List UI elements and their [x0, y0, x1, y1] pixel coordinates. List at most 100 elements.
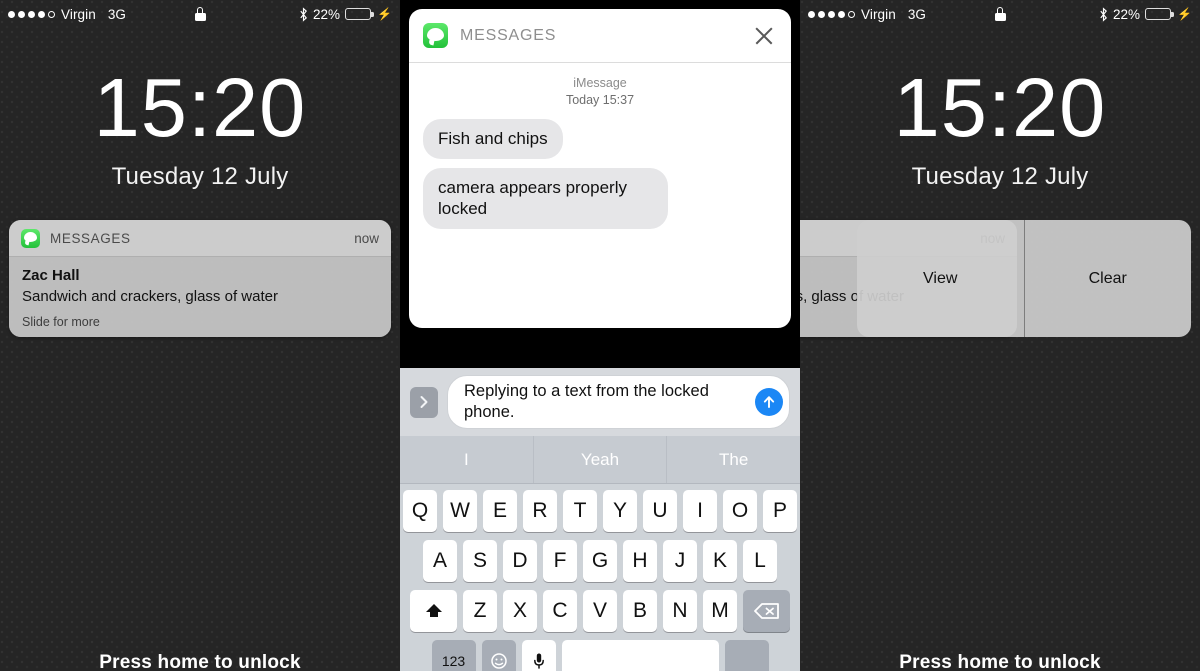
key-k[interactable]: K	[703, 540, 737, 582]
battery-icon	[1145, 7, 1174, 21]
keyboard-row-3: Z X C V B N M	[403, 590, 797, 632]
battery-percent-label: 22%	[1113, 6, 1141, 22]
key-n[interactable]: N	[663, 590, 697, 632]
key-p[interactable]: P	[763, 490, 797, 532]
signal-strength-icon	[808, 10, 855, 18]
numbers-key[interactable]: 123	[431, 640, 476, 671]
notification-time: now	[354, 230, 379, 246]
lockscreen-panel-left: Virgin 3G 22% ⚡ 15:20 Tuesday 12 July ME…	[0, 0, 400, 671]
key-o[interactable]: O	[723, 490, 757, 532]
lock-icon	[194, 7, 206, 21]
clock-time: 15:20	[893, 61, 1107, 154]
quick-reply-panel-center: MESSAGES iMessage Today 15:37 Fish and c…	[400, 0, 800, 671]
lightning-bolt-icon: ⚡	[377, 7, 392, 21]
bluetooth-icon	[1100, 6, 1108, 22]
battery-percent-label: 22%	[313, 6, 341, 22]
microphone-icon[interactable]	[521, 640, 556, 671]
key-b[interactable]: B	[623, 590, 657, 632]
chevron-right-icon[interactable]	[410, 386, 438, 418]
key-t[interactable]: T	[563, 490, 597, 532]
quick-reply-header: MESSAGES	[409, 9, 791, 63]
key-g[interactable]: G	[583, 540, 617, 582]
message-thread: iMessage Today 15:37 Fish and chips came…	[409, 63, 791, 238]
key-y[interactable]: Y	[603, 490, 637, 532]
key-c[interactable]: C	[543, 590, 577, 632]
key-h[interactable]: H	[623, 540, 657, 582]
thread-service-label: iMessage	[573, 76, 627, 90]
clock-time: 15:20	[93, 61, 307, 154]
messages-app-icon	[21, 228, 40, 248]
status-bar-left: Virgin 3G	[8, 7, 126, 22]
notification-banner[interactable]: MESSAGES now Zac Hall Sandwich and crack…	[9, 220, 391, 337]
bluetooth-icon	[300, 6, 308, 22]
network-type-label: 3G	[107, 6, 126, 22]
key-m[interactable]: M	[703, 590, 737, 632]
view-button[interactable]: View	[857, 220, 1024, 337]
quick-reply-card: MESSAGES iMessage Today 15:37 Fish and c…	[409, 9, 791, 328]
key-i[interactable]: I	[683, 490, 717, 532]
quick-reply-app-name: MESSAGES	[460, 26, 557, 44]
reply-text-input[interactable]: Replying to a text from the locked phone…	[447, 374, 790, 430]
prediction-candidate[interactable]: Yeah	[532, 436, 667, 483]
clear-button[interactable]: Clear	[1023, 220, 1192, 337]
card-backdrop	[400, 328, 800, 368]
signal-strength-icon	[8, 10, 55, 18]
send-arrow-up-icon[interactable]	[755, 388, 783, 416]
key-s[interactable]: S	[463, 540, 497, 582]
lockscreen-clock: 15:20 Tuesday 12 July	[0, 66, 400, 191]
reply-input-bar: Replying to a text from the locked phone…	[400, 368, 800, 436]
key-x[interactable]: X	[503, 590, 537, 632]
notification-actions: View Clear	[857, 220, 1191, 337]
message-bubble: Fish and chips	[423, 118, 563, 159]
key-u[interactable]: U	[643, 490, 677, 532]
message-row: camera appears properly locked	[423, 167, 777, 239]
thread-meta: iMessage Today 15:37	[423, 75, 777, 109]
notification-slide-hint: Slide for more	[22, 315, 100, 330]
carrier-label: Virgin	[861, 6, 896, 22]
key-w[interactable]: W	[443, 490, 477, 532]
key-a[interactable]: A	[423, 540, 457, 582]
lightning-bolt-icon: ⚡	[1177, 7, 1192, 21]
status-bar-left: Virgin 3G	[808, 7, 926, 22]
key-q[interactable]: Q	[403, 490, 437, 532]
key-e[interactable]: E	[483, 490, 517, 532]
lockscreen-clock: 15:20 Tuesday 12 July	[800, 66, 1200, 191]
key-f[interactable]: F	[543, 540, 577, 582]
prediction-candidate[interactable]: The	[666, 436, 800, 483]
clock-date: Tuesday 12 July	[911, 163, 1089, 190]
shift-arrow-icon[interactable]	[410, 590, 457, 632]
close-icon[interactable]	[751, 23, 777, 49]
status-bar: Virgin 3G 22% ⚡	[0, 0, 400, 28]
lock-icon	[994, 7, 1006, 21]
return-key[interactable]	[724, 640, 769, 671]
notification-app-name: MESSAGES	[50, 230, 131, 246]
lockscreen-panel-right: Virgin 3G 22% ⚡ 15:20 Tuesday 12 July , …	[800, 0, 1200, 671]
prediction-candidate[interactable]: I	[400, 436, 533, 483]
key-z[interactable]: Z	[463, 590, 497, 632]
messages-app-icon	[423, 23, 448, 48]
space-key[interactable]	[561, 640, 719, 671]
network-type-label: 3G	[907, 6, 926, 22]
emoji-globe-icon[interactable]	[481, 640, 516, 671]
key-l[interactable]: L	[743, 540, 777, 582]
clock-date: Tuesday 12 July	[111, 163, 289, 190]
key-v[interactable]: V	[583, 590, 617, 632]
status-bar: Virgin 3G 22% ⚡	[800, 0, 1200, 28]
key-r[interactable]: R	[523, 490, 557, 532]
notification-sender: Zac Hall	[22, 267, 80, 284]
keyboard-row-2: A S D F G H J K L	[403, 540, 797, 582]
key-j[interactable]: J	[663, 540, 697, 582]
predictive-text-bar: I Yeah The	[400, 436, 800, 484]
backspace-delete-icon[interactable]	[743, 590, 790, 632]
on-screen-keyboard: Q W E R T Y U I O P A S D F G H J K L Z …	[400, 484, 800, 671]
three-panel-screenshot: Virgin 3G 22% ⚡ 15:20 Tuesday 12 July ME…	[0, 0, 1200, 671]
unlock-hint: Press home to unlock	[99, 652, 301, 671]
reply-input-value: Replying to a text from the locked phone…	[464, 381, 709, 421]
message-bubble: camera appears properly locked	[423, 167, 668, 229]
keyboard-row-4: 123	[403, 640, 797, 671]
carrier-label: Virgin	[61, 6, 96, 22]
battery-icon	[345, 7, 374, 21]
key-d[interactable]: D	[503, 540, 537, 582]
notification-area: MESSAGES now Zac Hall Sandwich and crack…	[800, 220, 1191, 337]
status-bar-right: 22% ⚡	[299, 7, 392, 22]
